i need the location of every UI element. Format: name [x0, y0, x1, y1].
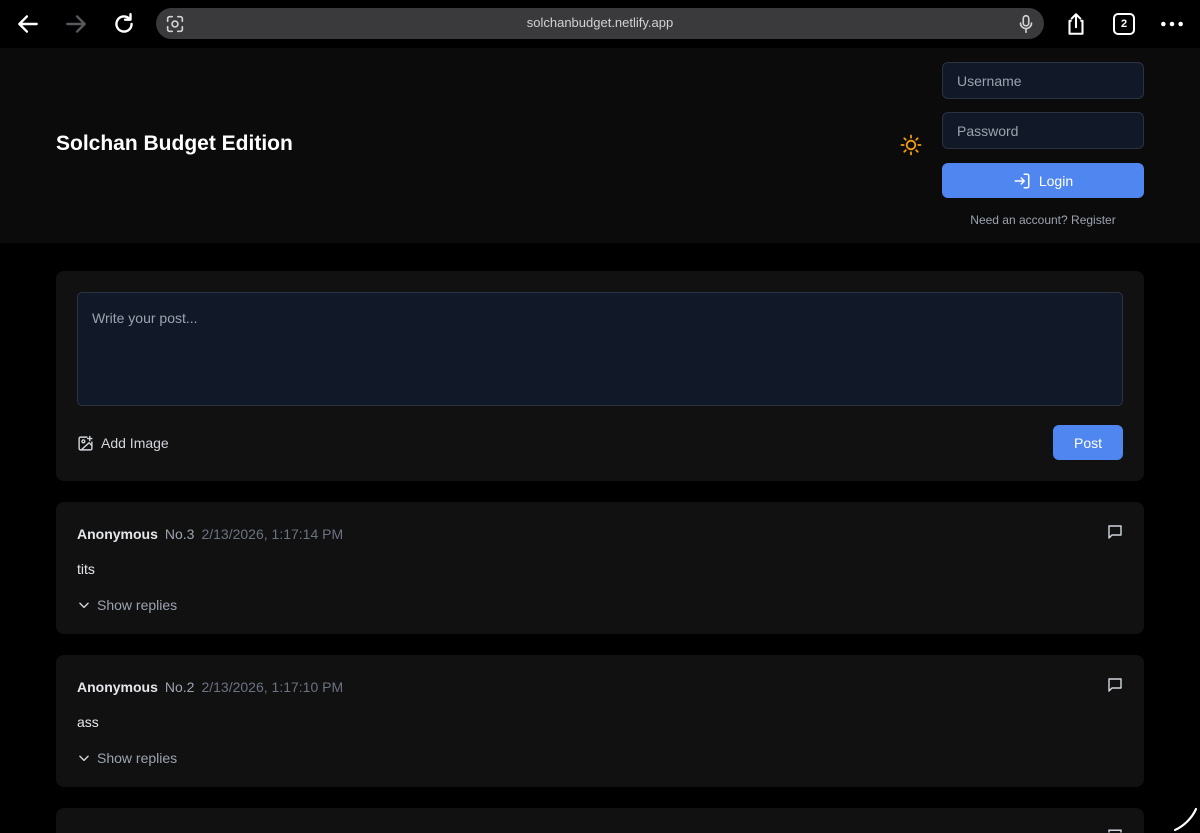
reply-comment-icon[interactable] [1106, 676, 1124, 694]
post-date: 2/13/2026, 1:17:10 PM [201, 679, 344, 695]
show-replies-label: Show replies [97, 750, 178, 766]
url-text: solchanbudget.netlify.app [526, 15, 674, 30]
tabs-button[interactable]: 2 [1113, 13, 1135, 35]
post-body: tits [77, 561, 95, 577]
post-card: Anonymous No.3 2/13/2026, 1:17:14 PM tit… [56, 502, 1144, 634]
show-replies-button[interactable]: Show replies [77, 596, 177, 614]
add-image-button[interactable]: Add Image [77, 432, 169, 454]
reply-comment-icon[interactable] [1106, 829, 1124, 833]
login-icon [1014, 173, 1030, 188]
post-author: Anonymous [77, 679, 158, 695]
register-link[interactable]: Need an account? Register [942, 213, 1144, 227]
chevron-down-icon [79, 602, 89, 609]
site-title[interactable]: Solchan Budget Edition [56, 132, 293, 156]
more-button[interactable] [1157, 9, 1187, 39]
post-author: Anonymous [77, 526, 158, 542]
site-header: Solchan Budget Edition Login Need an acc… [0, 48, 1200, 243]
share-icon [1068, 13, 1084, 35]
microphone-icon[interactable] [1015, 13, 1037, 35]
reload-button[interactable] [109, 9, 139, 39]
back-button[interactable] [13, 9, 43, 39]
show-replies-button[interactable]: Show replies [77, 749, 177, 767]
arrow-left-icon [18, 15, 38, 33]
add-image-label: Add Image [101, 435, 169, 451]
post-button[interactable]: Post [1053, 425, 1123, 460]
browser-toolbar: solchanbudget.netlify.app 2 [0, 0, 1200, 48]
post-number[interactable]: No.3 [165, 526, 195, 542]
post-card [56, 808, 1144, 833]
resize-handle-icon[interactable] [1172, 806, 1198, 832]
chevron-down-icon [79, 755, 89, 762]
post-card: Anonymous No.2 2/13/2026, 1:17:10 PM ass… [56, 655, 1144, 787]
username-input[interactable] [942, 62, 1144, 99]
compose-panel: Add Image Post [56, 271, 1144, 481]
show-replies-label: Show replies [97, 597, 178, 613]
post-body: ass [77, 714, 99, 730]
post-input[interactable] [77, 292, 1123, 406]
post-meta: Anonymous No.3 2/13/2026, 1:17:14 PM [77, 526, 343, 542]
login-label: Login [1038, 172, 1074, 189]
share-button[interactable] [1061, 9, 1091, 39]
reply-comment-icon[interactable] [1106, 523, 1124, 541]
sun-icon[interactable] [899, 133, 923, 157]
forward-button[interactable] [61, 9, 91, 39]
arrow-right-icon [66, 15, 86, 33]
address-bar[interactable]: solchanbudget.netlify.app [156, 8, 1044, 39]
image-plus-icon [78, 435, 93, 451]
login-button[interactable]: Login [942, 163, 1144, 198]
post-meta: Anonymous No.2 2/13/2026, 1:17:10 PM [77, 679, 343, 695]
post-number[interactable]: No.2 [165, 679, 195, 695]
reload-icon [115, 13, 133, 33]
more-dots-icon [1161, 21, 1183, 27]
post-date: 2/13/2026, 1:17:14 PM [201, 526, 344, 542]
password-input[interactable] [942, 112, 1144, 149]
